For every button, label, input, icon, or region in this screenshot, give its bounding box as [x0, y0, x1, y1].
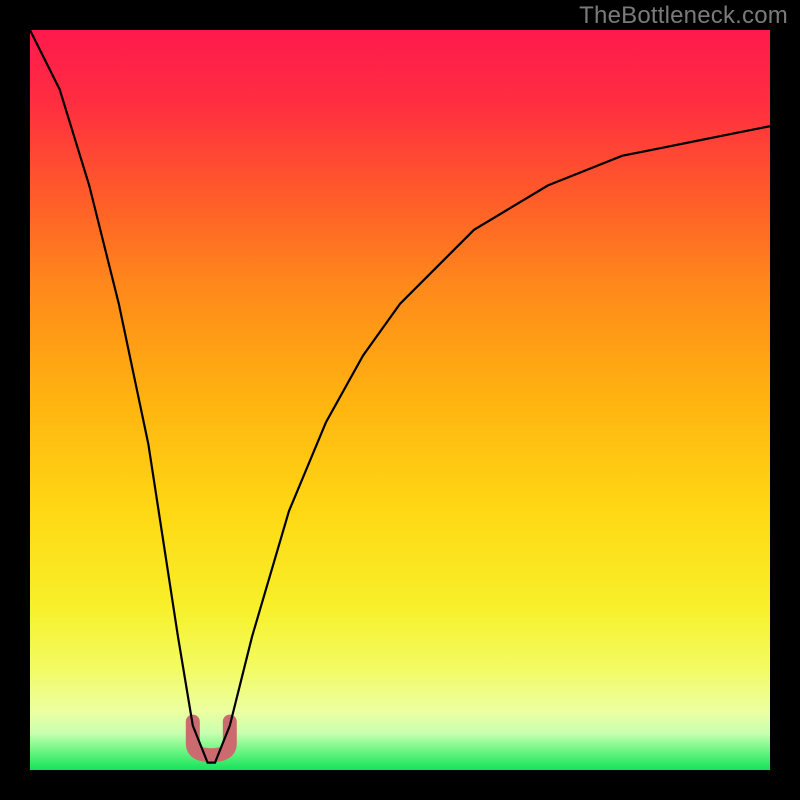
bottleneck-curve	[30, 30, 770, 770]
watermark-text: TheBottleneck.com	[579, 2, 788, 30]
outer-frame: TheBottleneck.com	[0, 0, 800, 800]
plot-area	[30, 30, 770, 770]
